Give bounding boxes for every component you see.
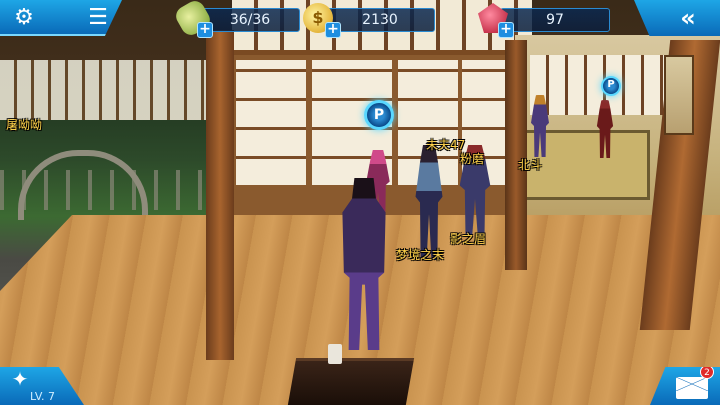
shoji-screen	[236, 60, 306, 185]
add-gold-button[interactable]: +	[325, 22, 341, 38]
back-arrow-icon[interactable]: «	[672, 2, 704, 34]
player-name-label[interactable]: 北斗	[518, 156, 542, 173]
player-name-label[interactable]: 影之眉	[450, 230, 486, 247]
game-scene[interactable]: P P 屠呦呦 梦境之末 影之眉 粉磨 未夫47 北斗	[0, 0, 720, 405]
energy-counter: 36/36	[200, 8, 300, 32]
menu-icon[interactable]: ☰	[82, 2, 114, 34]
mail-badge: 2	[700, 367, 714, 379]
quest-marker-icon[interactable]: P	[364, 100, 394, 130]
tea-cup	[328, 344, 342, 364]
mail-icon[interactable]	[676, 377, 708, 399]
back-room-shoji	[530, 55, 670, 115]
add-energy-button[interactable]: +	[197, 22, 213, 38]
gear-icon[interactable]: ⚙	[8, 2, 40, 34]
top-hud: ⚙ ☰ 36/36 + 2130 $ + 97 + «	[0, 0, 720, 39]
player-level: LV. 7	[30, 390, 56, 403]
quest-marker-icon[interactable]: P	[601, 76, 621, 96]
gem-counter: 97	[500, 8, 610, 32]
fox-avatar-icon[interactable]: ✦	[6, 367, 34, 391]
low-table	[287, 358, 415, 405]
player-name-label[interactable]: 屠呦呦	[6, 116, 42, 133]
hanging-scroll	[664, 55, 694, 135]
gold-counter: 2130	[325, 8, 435, 32]
wooden-pillar	[206, 30, 234, 360]
wooden-pillar	[505, 40, 527, 270]
add-gems-button[interactable]: +	[498, 22, 514, 38]
player-name-label[interactable]: 未夫47	[426, 136, 465, 153]
player-name-label[interactable]: 梦境之末	[396, 246, 444, 263]
distant-building	[0, 60, 210, 120]
